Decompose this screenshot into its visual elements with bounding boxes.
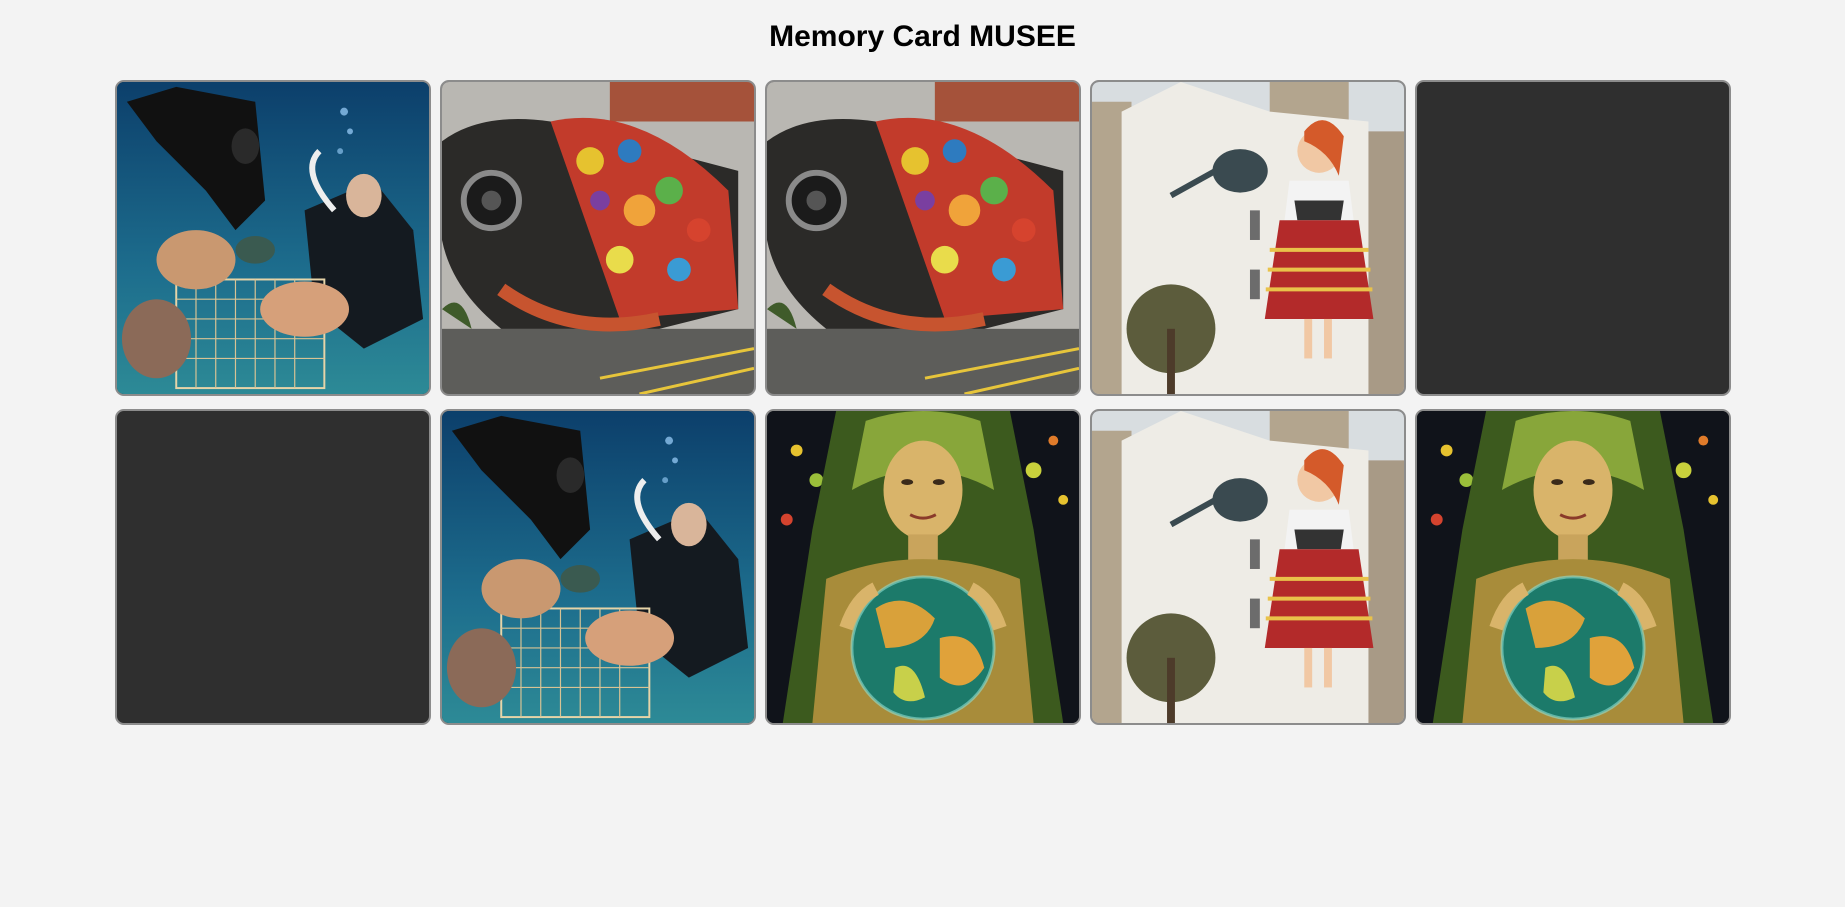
- card-7[interactable]: [440, 409, 756, 725]
- divers-coral-reef-image: [117, 82, 429, 394]
- earth-goddess-globe-image: [767, 411, 1079, 723]
- card-5[interactable]: [1415, 80, 1731, 396]
- card-10[interactable]: [1415, 409, 1731, 725]
- girl-watering-can-mural-image: [1092, 411, 1404, 723]
- junk-art-fish-mural-image: [442, 82, 754, 394]
- card-9[interactable]: [1090, 409, 1406, 725]
- junk-art-fish-mural-image: [767, 82, 1079, 394]
- card-grid: [115, 80, 1731, 725]
- girl-watering-can-mural-image: [1092, 82, 1404, 394]
- page-title: Memory Card MUSEE: [769, 20, 1076, 53]
- card-4[interactable]: [1090, 80, 1406, 396]
- card-8[interactable]: [765, 409, 1081, 725]
- card-6[interactable]: [115, 409, 431, 725]
- card-3[interactable]: [765, 80, 1081, 396]
- card-2[interactable]: [440, 80, 756, 396]
- earth-goddess-globe-image: [1417, 411, 1729, 723]
- card-1[interactable]: [115, 80, 431, 396]
- divers-coral-reef-image: [442, 411, 754, 723]
